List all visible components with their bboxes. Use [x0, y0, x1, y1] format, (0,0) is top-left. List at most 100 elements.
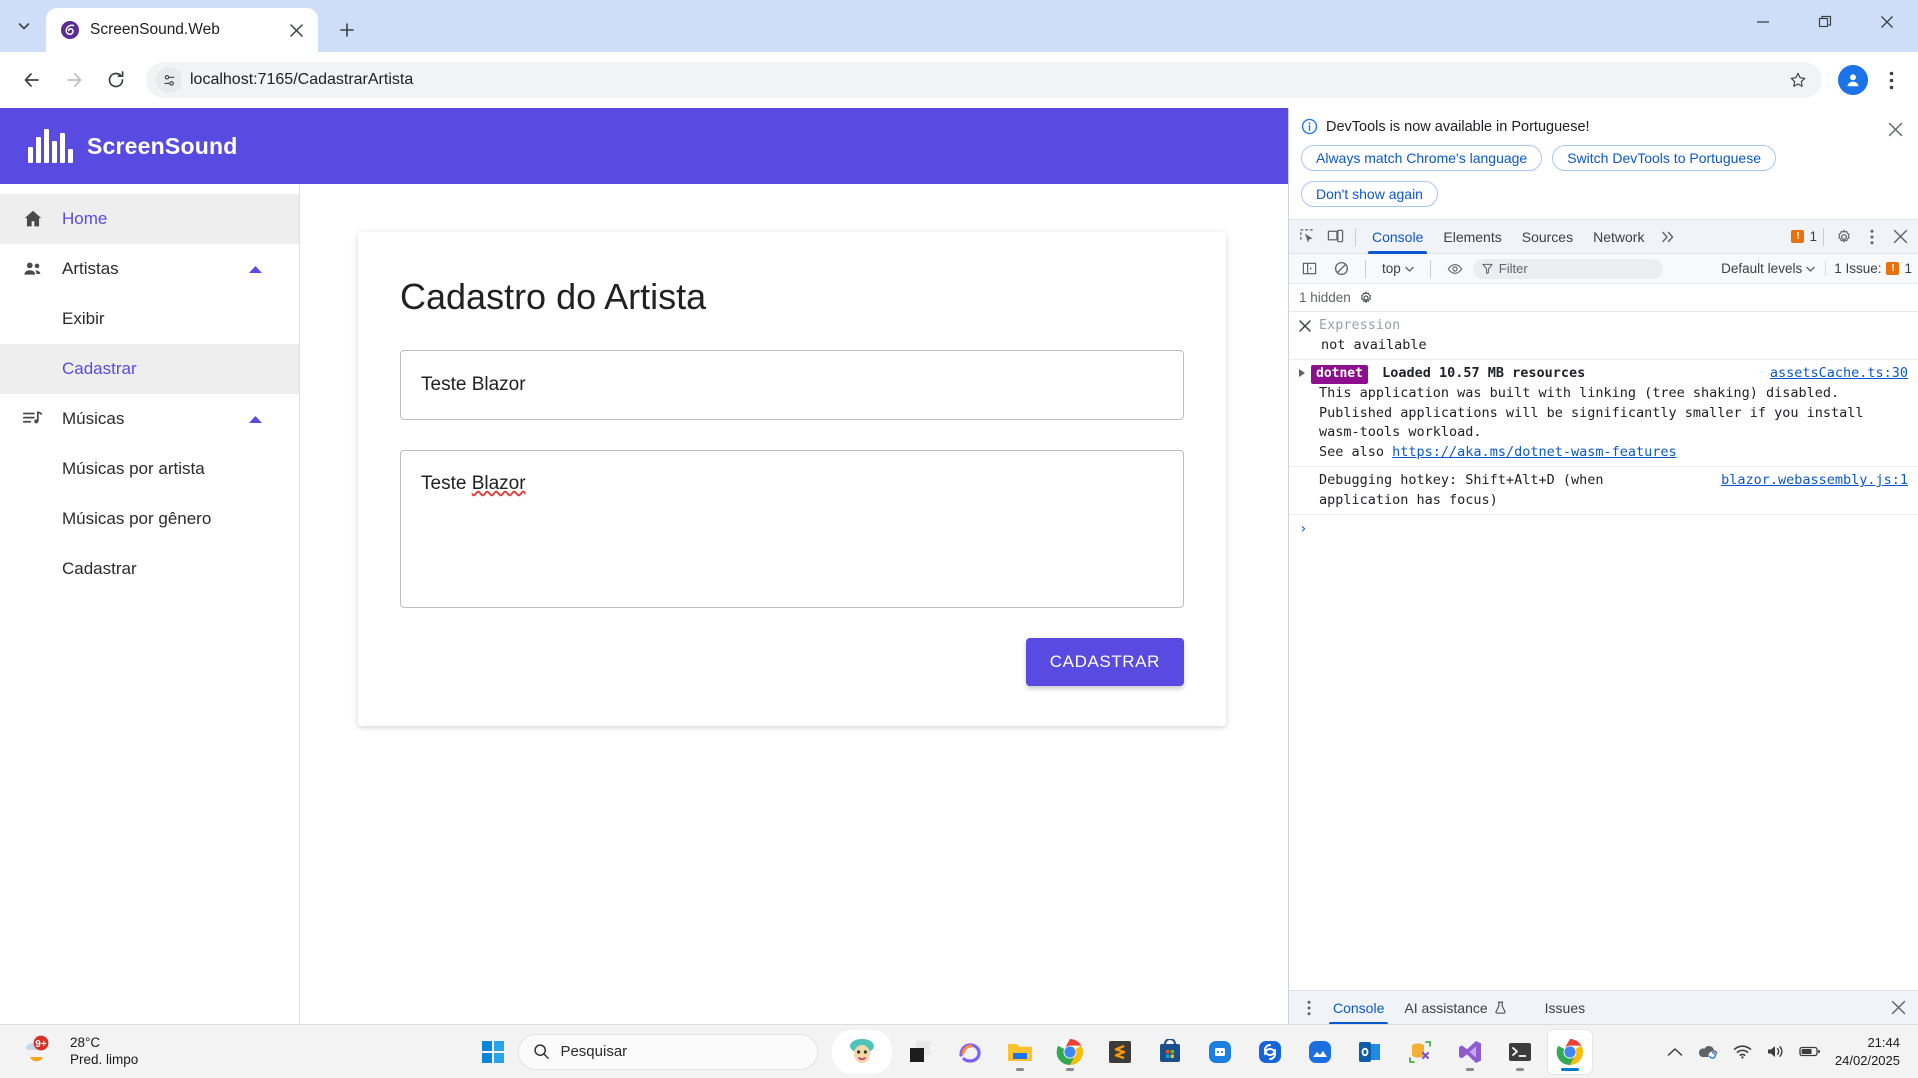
restore-icon[interactable]	[1794, 0, 1856, 44]
triangle-right-icon[interactable]	[1299, 369, 1305, 378]
console-filter-bar: top Filter Default levels 1 Issue: ! 1	[1289, 254, 1918, 284]
running-indicator	[1016, 1067, 1025, 1071]
battery-icon[interactable]	[1799, 1045, 1821, 1058]
switch-to-portuguese-button[interactable]: Switch DevTools to Portuguese	[1552, 145, 1776, 171]
banner-close-icon[interactable]	[1884, 118, 1906, 140]
console-prompt[interactable]: ›	[1289, 515, 1918, 543]
wasm-features-link[interactable]: https://aka.ms/dotnet-wasm-features	[1392, 444, 1676, 460]
devtools-tabbar: Console Elements Sources Network ! 1	[1289, 220, 1918, 254]
sidebar-item-musicas-por-genero[interactable]: Músicas por gênero	[0, 494, 299, 544]
sidebar-item-cadastrar-artista[interactable]: Cadastrar	[0, 344, 299, 394]
hidden-settings-gear-icon[interactable]	[1359, 291, 1373, 305]
sidebar-item-musicas-por-artista[interactable]: Músicas por artista	[0, 444, 299, 494]
sidebar-item-home[interactable]: Home	[0, 194, 299, 244]
caret-up-icon[interactable]	[248, 415, 263, 424]
devtools-close-icon[interactable]	[1886, 223, 1914, 251]
sidebar-item-musicas[interactable]: Músicas	[0, 394, 299, 444]
clear-console-icon[interactable]	[1327, 255, 1355, 283]
tray-chevron-up-icon[interactable]	[1667, 1047, 1683, 1057]
back-arrow-icon[interactable]	[12, 60, 52, 100]
svg-text:9+: 9+	[35, 1039, 47, 1050]
sidebar-item-exibir[interactable]: Exibir	[0, 294, 299, 344]
close-icon[interactable]	[1856, 0, 1918, 44]
artist-name-input[interactable]: Teste Blazor	[400, 350, 1184, 420]
onedrive-icon[interactable]	[1697, 1044, 1719, 1060]
new-tab-plus-icon[interactable]	[330, 13, 364, 47]
taskbar-system-tray: 21:44 24/02/2025	[1667, 1034, 1918, 1069]
tab-network[interactable]: Network	[1583, 220, 1654, 254]
drawer-tab-console[interactable]: Console	[1323, 991, 1394, 1025]
taskbar-app-sublime-text-icon[interactable]	[1098, 1030, 1142, 1074]
chevron-double-right-icon[interactable]	[1654, 223, 1682, 251]
expression-close-icon[interactable]	[1299, 320, 1311, 332]
clock-time: 21:44	[1867, 1034, 1900, 1050]
taskbar-app-blue-grid-app-icon[interactable]	[1198, 1030, 1242, 1074]
taskbar-app-visual-studio-icon[interactable]	[1448, 1030, 1492, 1074]
console-context-selector[interactable]: top	[1376, 261, 1420, 276]
taskbar-center-group: Pesquisar	[400, 1029, 1667, 1074]
gear-icon[interactable]	[1830, 223, 1858, 251]
taskbar-app-carnival-mask-icon[interactable]	[832, 1029, 893, 1074]
caret-up-icon[interactable]	[248, 265, 263, 274]
profile-account-icon[interactable]	[1838, 65, 1868, 95]
address-bar[interactable]: localhost:7165/CadastrarArtista	[146, 62, 1822, 98]
taskbar-app-microsoft-store-icon[interactable]	[1148, 1030, 1192, 1074]
console-message-dotnet: dotnet Loaded 10.57 MB resources assetsC…	[1289, 360, 1918, 468]
reload-icon[interactable]	[96, 60, 136, 100]
console-filter-input[interactable]: Filter	[1472, 258, 1663, 279]
taskbar-app-sql-tools-icon[interactable]	[1398, 1030, 1442, 1074]
search-icon	[533, 1043, 550, 1060]
bookmark-star-icon[interactable]	[1780, 62, 1816, 98]
submit-cadastrar-button[interactable]: CADASTRAR	[1025, 638, 1184, 686]
tab-sources[interactable]: Sources	[1512, 220, 1583, 254]
volume-icon[interactable]	[1766, 1044, 1785, 1059]
forward-arrow-icon[interactable]	[54, 60, 94, 100]
live-expression-eye-icon[interactable]	[1441, 255, 1469, 283]
drawer-close-icon[interactable]	[1884, 994, 1912, 1022]
taskbar-app-blue-photos-app-icon[interactable]	[1298, 1030, 1342, 1074]
artist-bio-textarea[interactable]: Teste Blazor	[400, 450, 1184, 608]
taskbar-app-terminal-icon[interactable]	[1498, 1030, 1542, 1074]
console-levels-selector[interactable]: Default levels	[1715, 261, 1821, 276]
console-message-list[interactable]: Expression not available dotnet Loaded 1…	[1289, 312, 1918, 990]
taskbar-app-file-explorer-icon[interactable]	[998, 1030, 1042, 1074]
tab-search-chevron-down-icon[interactable]	[6, 8, 42, 44]
browser-menu-kebab-icon[interactable]	[1876, 62, 1906, 98]
taskbar-app-chrome-icon[interactable]	[1048, 1030, 1092, 1074]
taskbar-app-chrome-icon-active[interactable]	[1548, 1029, 1593, 1074]
console-source-link[interactable]: blazor.webassembly.js:1	[1721, 471, 1908, 491]
error-icon: !	[1791, 230, 1805, 243]
tab-elements[interactable]: Elements	[1433, 220, 1511, 254]
drawer-menu-kebab-icon[interactable]	[1295, 994, 1323, 1022]
sidebar-item-artistas[interactable]: Artistas	[0, 244, 299, 294]
wifi-icon[interactable]	[1733, 1044, 1752, 1059]
taskbar-app-blue-swirl-app-icon[interactable]	[1248, 1030, 1292, 1074]
taskbar-app-copilot-icon[interactable]	[948, 1030, 992, 1074]
drawer-tab-issues[interactable]: Issues	[1535, 991, 1595, 1025]
taskbar-search-input[interactable]: Pesquisar	[518, 1033, 819, 1070]
inspect-element-icon[interactable]	[1293, 223, 1321, 251]
error-count-badge[interactable]: ! 1	[1791, 229, 1817, 244]
issues-counter[interactable]: 1 Issue: ! 1	[1825, 261, 1912, 276]
always-match-language-button[interactable]: Always match Chrome's language	[1301, 145, 1543, 171]
browser-tab[interactable]: ScreenSound.Web	[46, 8, 318, 52]
taskbar-app-layers-app-icon[interactable]	[898, 1030, 942, 1074]
tab-console[interactable]: Console	[1362, 220, 1433, 254]
devtools-menu-kebab-icon[interactable]	[1858, 223, 1886, 251]
minimize-icon[interactable]	[1732, 0, 1794, 44]
windows-start-icon[interactable]	[474, 1033, 512, 1071]
sidebar-item-cadastrar-musica[interactable]: Cadastrar	[0, 544, 299, 594]
taskbar-weather-widget[interactable]: 9+ 28°C Pred. limpo	[0, 1035, 400, 1069]
device-toolbar-icon[interactable]	[1321, 223, 1349, 251]
screen-root: ScreenSound.Web localhost:7165/Cadastrar…	[0, 0, 1918, 1078]
dont-show-again-button[interactable]: Don't show again	[1301, 181, 1438, 207]
site-settings-tune-icon[interactable]	[156, 67, 182, 93]
console-source-link[interactable]: assetsCache.ts:30	[1770, 364, 1908, 384]
taskbar-app-outlook-icon[interactable]	[1348, 1030, 1392, 1074]
tab-close-icon[interactable]	[284, 18, 308, 42]
running-indicator	[1066, 1067, 1075, 1071]
sidebar-item-label: Cadastrar	[62, 359, 137, 378]
taskbar-clock[interactable]: 21:44 24/02/2025	[1835, 1034, 1900, 1069]
console-sidebar-icon[interactable]	[1295, 255, 1323, 283]
drawer-tab-ai-assistance[interactable]: AI assistance	[1394, 991, 1516, 1025]
